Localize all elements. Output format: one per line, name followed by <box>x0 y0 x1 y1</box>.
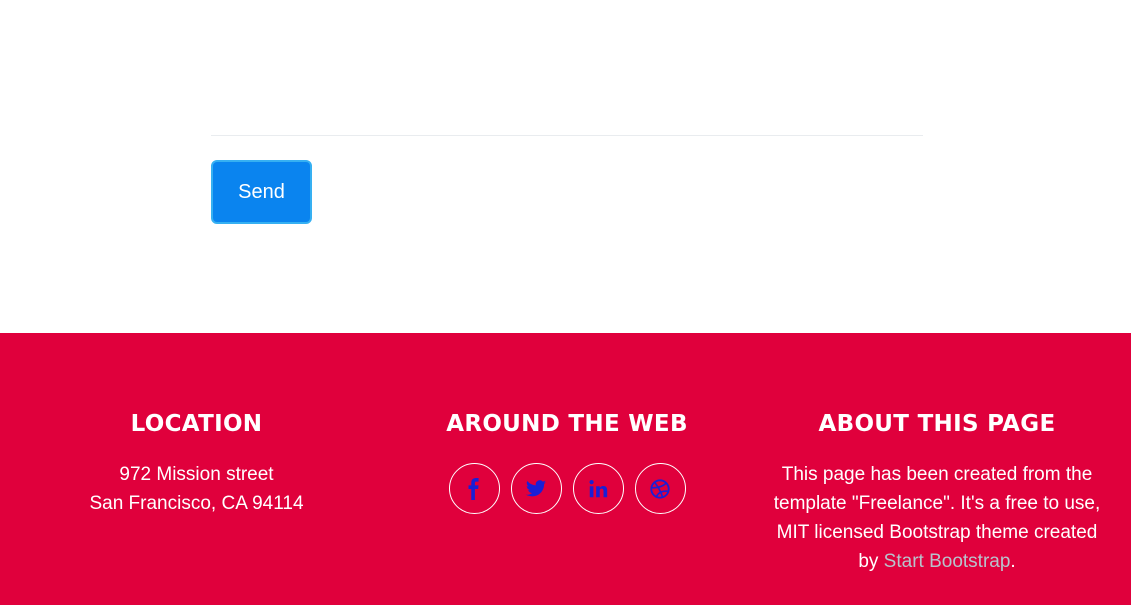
location-heading: LOCATION <box>130 411 263 437</box>
location-column: LOCATION 972 Mission street San Francisc… <box>40 408 353 518</box>
around-the-web-column: AROUND THE WEB <box>409 408 725 514</box>
about-column: ABOUT THIS PAGE This page has been creat… <box>765 408 1109 576</box>
contact-section: Send <box>0 0 1131 333</box>
address: 972 Mission street San Francisco, CA 941… <box>40 460 353 518</box>
social-links <box>409 463 725 514</box>
address-line-2: San Francisco, CA 94114 <box>89 493 304 514</box>
linkedin-icon <box>589 479 608 497</box>
linkedin-link[interactable] <box>572 463 624 514</box>
start-bootstrap-link[interactable]: Start Bootstrap <box>884 551 1011 572</box>
around-the-web-heading: AROUND THE WEB <box>446 411 688 437</box>
about-heading: ABOUT THIS PAGE <box>818 411 1056 437</box>
dribbble-link[interactable] <box>634 463 686 514</box>
footer: LOCATION 972 Mission street San Francisc… <box>0 333 1131 605</box>
send-button[interactable]: Send <box>211 160 312 224</box>
twitter-link[interactable] <box>510 463 562 514</box>
message-field-underline <box>211 135 923 136</box>
facebook-link[interactable] <box>448 463 500 514</box>
twitter-icon <box>525 479 547 496</box>
dribbble-icon <box>650 478 670 499</box>
about-text-end: . <box>1010 551 1016 572</box>
address-line-1: 972 Mission street <box>119 464 274 485</box>
about-text: This page has been created from the temp… <box>765 460 1109 576</box>
facebook-icon <box>468 477 479 500</box>
